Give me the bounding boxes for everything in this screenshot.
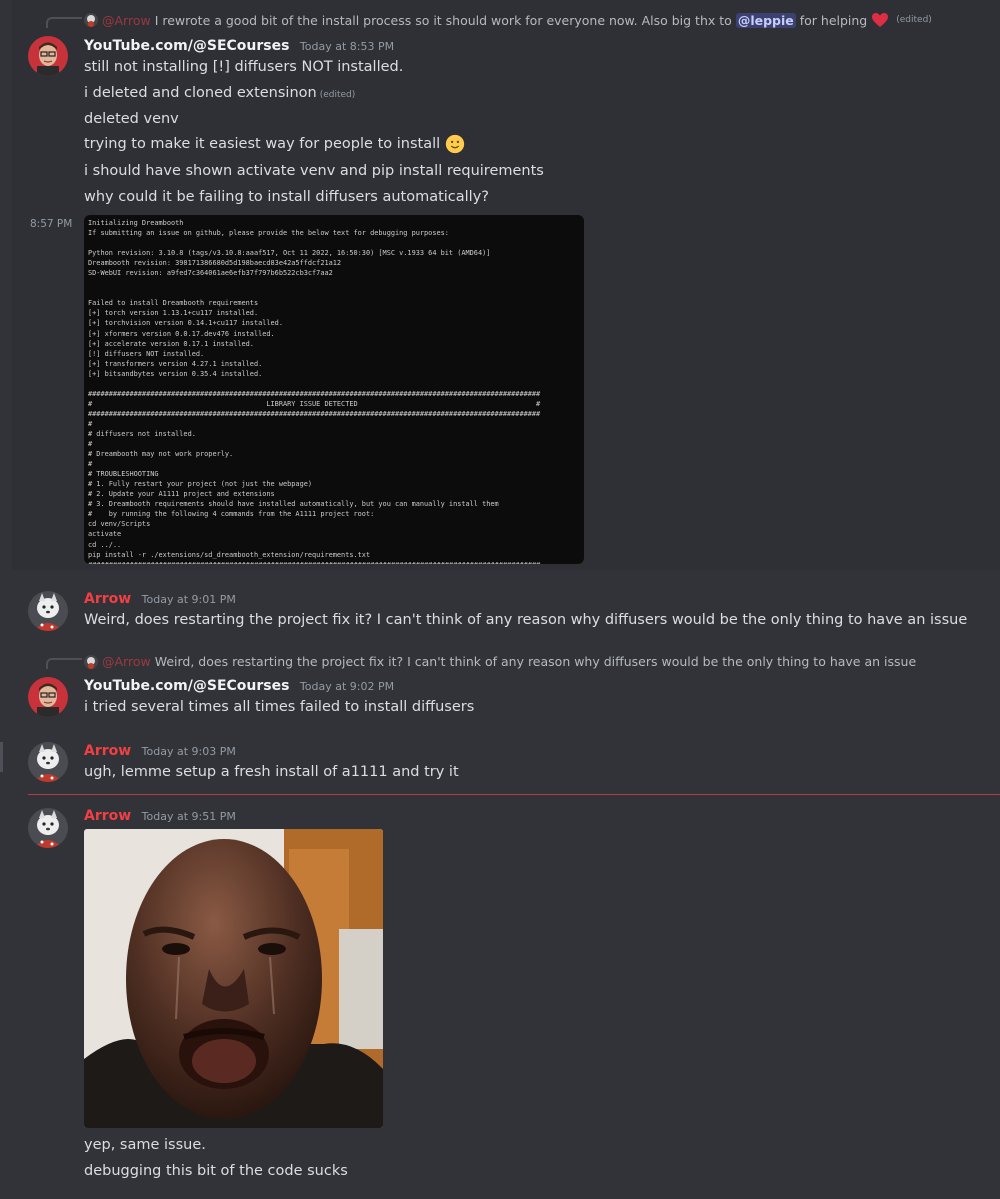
terminal-screenshot-attachment[interactable]: Initializing Dreambooth If submitting an… (84, 215, 584, 564)
avatar[interactable] (28, 591, 68, 631)
message-text-emoji: trying to make it easiest way for people… (84, 134, 465, 154)
avatar[interactable] (28, 742, 68, 782)
reply-text-after: for helping (799, 12, 868, 28)
reply-author[interactable]: @Arrow (102, 13, 151, 28)
timestamp[interactable]: Today at 9:02 PM (300, 680, 394, 693)
message-header: YouTube.com/@SECourses Today at 8:53 PM (84, 38, 394, 54)
message-header: Arrow Today at 9:51 PM (84, 808, 236, 824)
edited-tag: (edited) (319, 90, 356, 100)
message-header: Arrow Today at 9:03 PM (84, 743, 236, 759)
username[interactable]: Arrow (84, 743, 131, 759)
message-text: trying to make it easiest way for people… (84, 136, 441, 152)
reply-avatar (84, 654, 98, 669)
username[interactable]: YouTube.com/@SECourses (84, 38, 289, 54)
timestamp[interactable]: Today at 8:53 PM (300, 40, 394, 53)
avatar[interactable] (28, 36, 68, 76)
message-text: why could it be failing to install diffu… (84, 189, 489, 205)
timestamp[interactable]: Today at 9:03 PM (142, 745, 236, 758)
message-text: deleted venv (84, 111, 179, 127)
reply-spine (46, 17, 82, 28)
message-text: yep, same issue. (84, 1137, 206, 1153)
edited-tag: (edited) (896, 15, 932, 25)
heart-icon (872, 13, 889, 27)
hover-timestamp[interactable]: 8:57 PM (30, 218, 72, 230)
message-header: YouTube.com/@SECourses Today at 9:02 PM (84, 678, 394, 694)
message-text: still not installing [!] diffusers NOT i… (84, 59, 404, 75)
reply-text: Weird, does restarting the project fix i… (154, 654, 917, 669)
new-messages-divider (28, 794, 1000, 795)
reply-spine (46, 658, 82, 669)
reply-author[interactable]: @Arrow (102, 654, 151, 669)
reply-preview[interactable]: @Arrow Weird, does restarting the projec… (84, 654, 916, 669)
message-header: Arrow Today at 9:01 PM (84, 591, 236, 607)
username[interactable]: Arrow (84, 591, 131, 607)
reply-text: I rewrote a good bit of the install proc… (154, 12, 732, 28)
timestamp[interactable]: Today at 9:01 PM (142, 593, 236, 606)
message-text: i tried several times all times failed t… (84, 699, 475, 715)
timestamp[interactable]: Today at 9:51 PM (142, 810, 236, 823)
chat-channel: @Arrow I rewrote a good bit of the insta… (0, 0, 1000, 1199)
message-text: i should have shown activate venv and pi… (84, 163, 544, 179)
message-group (12, 0, 1000, 214)
message-text-edited: i deleted and cloned extensinon (edited) (84, 85, 355, 101)
reply-preview[interactable]: @Arrow I rewrote a good bit of the insta… (84, 12, 932, 28)
reply-avatar (84, 13, 98, 27)
scroll-marker (0, 742, 3, 772)
slightly-smiling-face-icon (445, 134, 464, 154)
mention[interactable]: @leppie (735, 12, 796, 28)
username[interactable]: Arrow (84, 808, 131, 824)
username[interactable]: YouTube.com/@SECourses (84, 678, 289, 694)
avatar[interactable] (28, 808, 68, 848)
message-text: i deleted and cloned extensinon (84, 85, 317, 101)
message-text: ugh, lemme setup a fresh install of a111… (84, 764, 459, 780)
message-text: debugging this bit of the code sucks (84, 1163, 348, 1179)
terminal-output: Initializing Dreambooth If submitting an… (88, 219, 541, 564)
avatar[interactable] (28, 677, 68, 717)
message-text: Weird, does restarting the project fix i… (84, 612, 968, 628)
image-attachment[interactable] (84, 829, 383, 1128)
